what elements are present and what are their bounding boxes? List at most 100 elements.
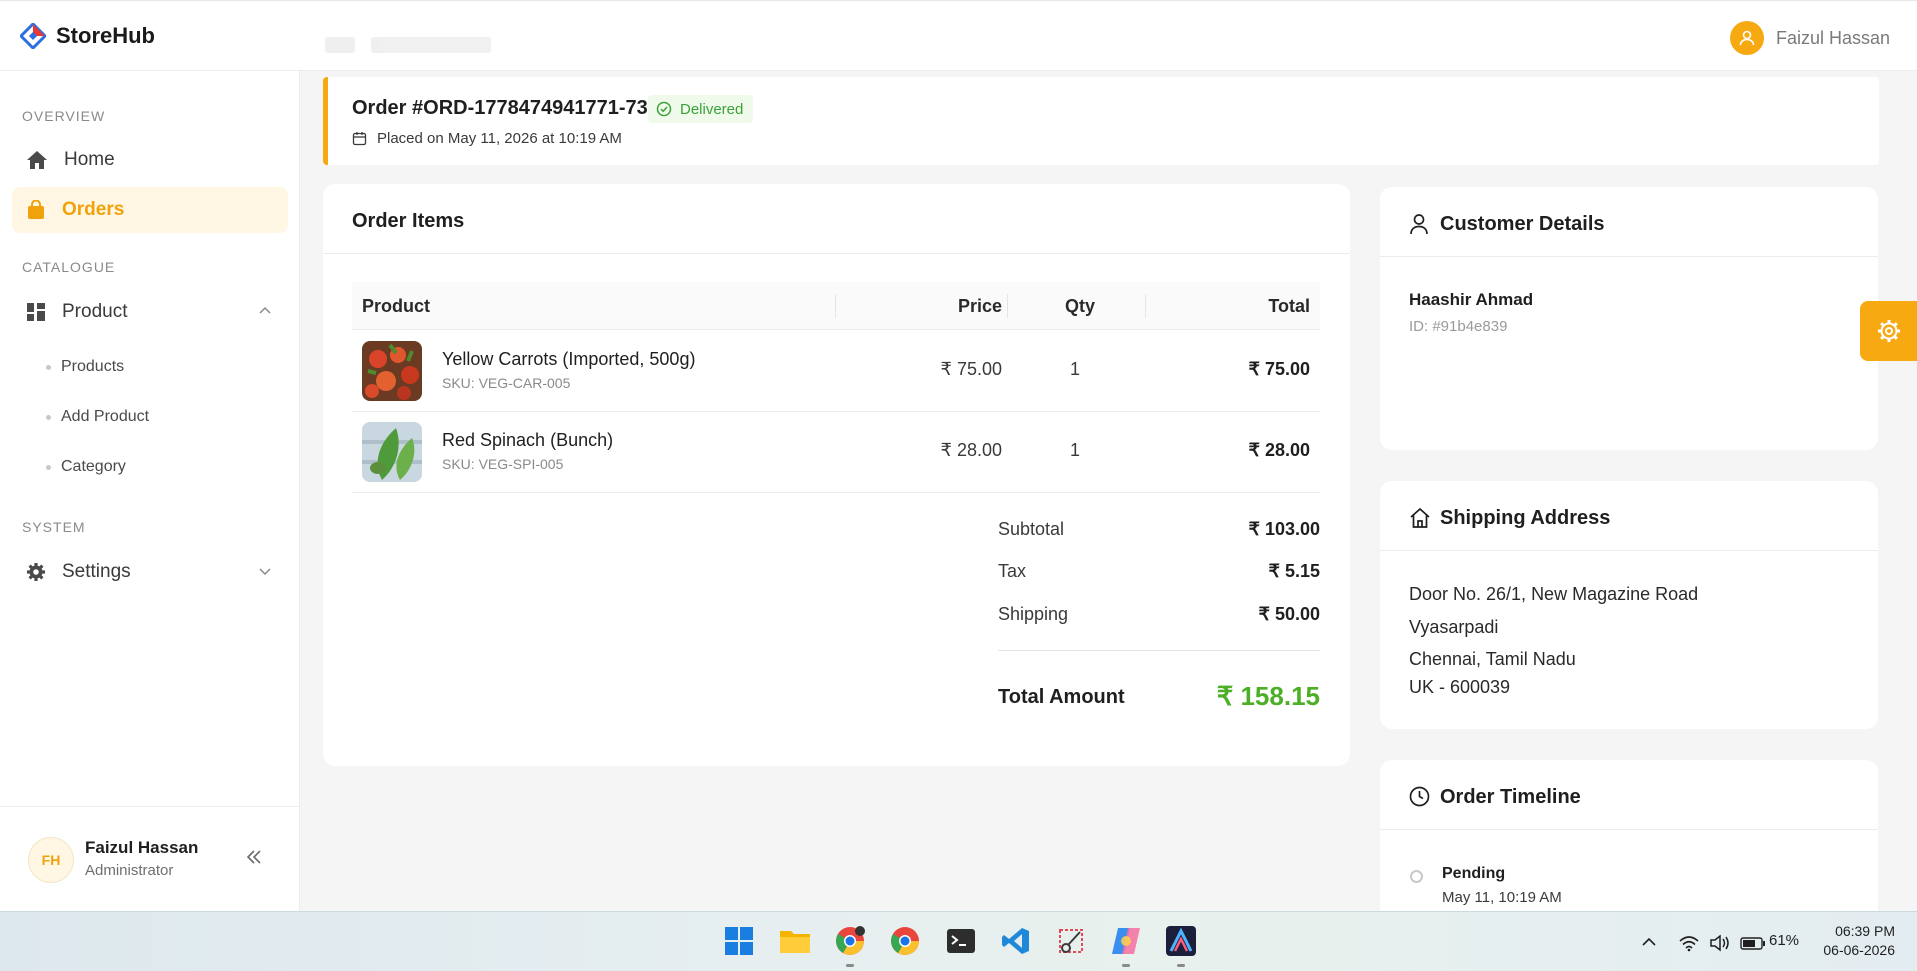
tax-label: Tax	[998, 561, 1027, 581]
column-separator	[835, 294, 836, 318]
total-amount-label: Total Amount	[998, 686, 1125, 708]
placed-text: Placed on May 11, 2026 at 10:19 AM	[377, 130, 622, 147]
column-header-total[interactable]: Total	[1268, 296, 1310, 317]
timeline-status: Pending	[1442, 865, 1506, 882]
column-header-product[interactable]: Product	[362, 296, 430, 317]
order-items-card: Order Items Product Price Qty Total Yell…	[323, 184, 1350, 766]
product-image-carrots	[362, 341, 422, 401]
sidebar-item-orders[interactable]: Orders	[12, 187, 288, 233]
subitem-label: Add Product	[61, 408, 150, 425]
column-header-price[interactable]: Price	[958, 296, 1002, 317]
user-name: Faizul Hassan	[1775, 27, 1890, 48]
order-timeline-card: Order Timeline Pending May 11, 10:19 AM	[1380, 760, 1878, 920]
divider	[1380, 550, 1878, 551]
chevron-up-icon[interactable]	[258, 304, 272, 318]
sidebar-user-footer: FH Faizul Hassan Administrator	[0, 806, 300, 911]
product-total: ₹ 28.00	[1248, 440, 1311, 460]
card-title: Shipping Address	[1440, 507, 1611, 529]
card-title: Order Items	[352, 210, 465, 232]
product-name[interactable]: Yellow Carrots (Imported, 500g)	[442, 349, 695, 370]
user-icon	[1739, 30, 1755, 46]
address-line: Chennai, Tamil Nadu	[1409, 649, 1576, 669]
chrome-icon[interactable]	[833, 924, 867, 958]
app-icon[interactable]	[1164, 924, 1198, 958]
subitem-label: Category	[61, 458, 126, 475]
column-separator	[1007, 294, 1008, 318]
customer-id: ID: #91b4e839	[1409, 318, 1508, 335]
app-name: StoreHub	[56, 23, 155, 48]
sidebar-subitem-add-product[interactable]: Add Product	[46, 408, 149, 426]
settings-fab-button[interactable]	[1860, 301, 1917, 361]
bullet-icon	[46, 364, 51, 370]
dashboard-grid-icon	[27, 303, 45, 321]
order-header: Order #ORD-1778474941771-73 Delivered Pl…	[323, 77, 1879, 165]
status-badge: Delivered	[648, 95, 754, 123]
product-price: ₹ 75.00	[940, 359, 1003, 379]
bullet-icon	[46, 464, 51, 470]
copilot-icon[interactable]	[1109, 924, 1143, 958]
app-logo[interactable]: StoreHub	[20, 23, 155, 49]
bullet-icon	[46, 414, 51, 420]
running-indicator	[1177, 964, 1185, 967]
subitem-label: Products	[61, 358, 125, 375]
tax-value: ₹ 5.15	[1268, 561, 1321, 581]
table-row[interactable]: Yellow Carrots (Imported, 500g) SKU: VEG…	[352, 331, 1320, 412]
customer-name: Haashir Ahmad	[1409, 290, 1534, 309]
clock-date: 06-06-2026	[1823, 942, 1895, 958]
sidebar-item-label: Home	[64, 149, 115, 170]
battery-percent[interactable]: 61%	[1769, 932, 1799, 949]
divider	[323, 253, 1350, 254]
customer-details-card: Customer Details Haashir Ahmad ID: #91b4…	[1380, 187, 1878, 450]
sidebar-item-label: Orders	[62, 199, 125, 220]
table-row[interactable]: Red Spinach (Bunch) SKU: VEG-SPI-005 ₹ 2…	[352, 412, 1320, 493]
wifi-icon[interactable]	[1678, 934, 1700, 952]
user-menu[interactable]: Faizul Hassan	[1729, 21, 1890, 55]
product-qty: 1	[1070, 359, 1081, 379]
home-icon	[27, 151, 47, 169]
collapse-sidebar-icon[interactable]	[244, 847, 264, 867]
shopping-bag-icon	[28, 200, 44, 219]
column-header-qty[interactable]: Qty	[1065, 296, 1095, 317]
divider	[1380, 829, 1878, 830]
file-explorer-icon[interactable]	[778, 924, 812, 958]
volume-icon[interactable]	[1709, 934, 1731, 952]
chrome-profile-icon[interactable]	[888, 924, 922, 958]
sidebar-item-product[interactable]: Product	[12, 289, 288, 335]
sidebar-subitem-category[interactable]: Category	[46, 458, 126, 476]
shipping-label: Shipping	[998, 604, 1069, 624]
total-amount-value: ₹ 158.15	[1216, 681, 1320, 711]
sidebar-item-home[interactable]: Home	[12, 137, 288, 183]
windows-start-icon[interactable]	[722, 924, 756, 958]
card-title: Order Timeline	[1440, 786, 1581, 808]
user-icon	[1410, 214, 1428, 235]
product-total: ₹ 75.00	[1248, 359, 1311, 379]
column-separator	[1145, 294, 1146, 318]
vscode-icon[interactable]	[999, 924, 1033, 958]
section-catalogue: CATALOGUE	[22, 259, 116, 275]
product-sku: SKU: VEG-CAR-005	[442, 375, 571, 391]
chevron-up-icon[interactable]	[1641, 936, 1657, 948]
order-placed-date: Placed on May 11, 2026 at 10:19 AM	[352, 130, 622, 147]
address-line: Door No. 26/1, New Magazine Road	[1409, 584, 1699, 604]
chevron-down-icon[interactable]	[258, 564, 272, 578]
top-header: StoreHub Faizul Hassan	[0, 0, 1917, 71]
subtotal-label: Subtotal	[998, 519, 1065, 539]
terminal-icon[interactable]	[944, 924, 978, 958]
product-name[interactable]: Red Spinach (Bunch)	[442, 430, 613, 451]
battery-icon[interactable]	[1740, 937, 1766, 950]
timeline-time: May 11, 10:19 AM	[1442, 889, 1562, 906]
system-clock[interactable]: 06:39 PM 06-06-2026	[1823, 922, 1895, 960]
sidebar-item-settings[interactable]: Settings	[12, 549, 288, 595]
card-title: Customer Details	[1440, 213, 1605, 235]
sidebar-item-label: Settings	[62, 561, 131, 582]
sidebar-item-label: Product	[62, 301, 128, 322]
logo-diamond-icon	[20, 23, 46, 49]
snipping-tool-icon[interactable]	[1054, 924, 1088, 958]
sidebar-subitem-products[interactable]: Products	[46, 358, 124, 376]
divider	[1380, 256, 1878, 257]
section-overview: OVERVIEW	[22, 108, 106, 124]
shipping-address-card: Shipping Address Door No. 26/1, New Maga…	[1380, 481, 1878, 729]
order-id: Order #ORD-1778474941771-73	[352, 97, 648, 119]
footer-user-role: Administrator	[85, 862, 174, 879]
page-title-placeholder	[325, 37, 491, 53]
